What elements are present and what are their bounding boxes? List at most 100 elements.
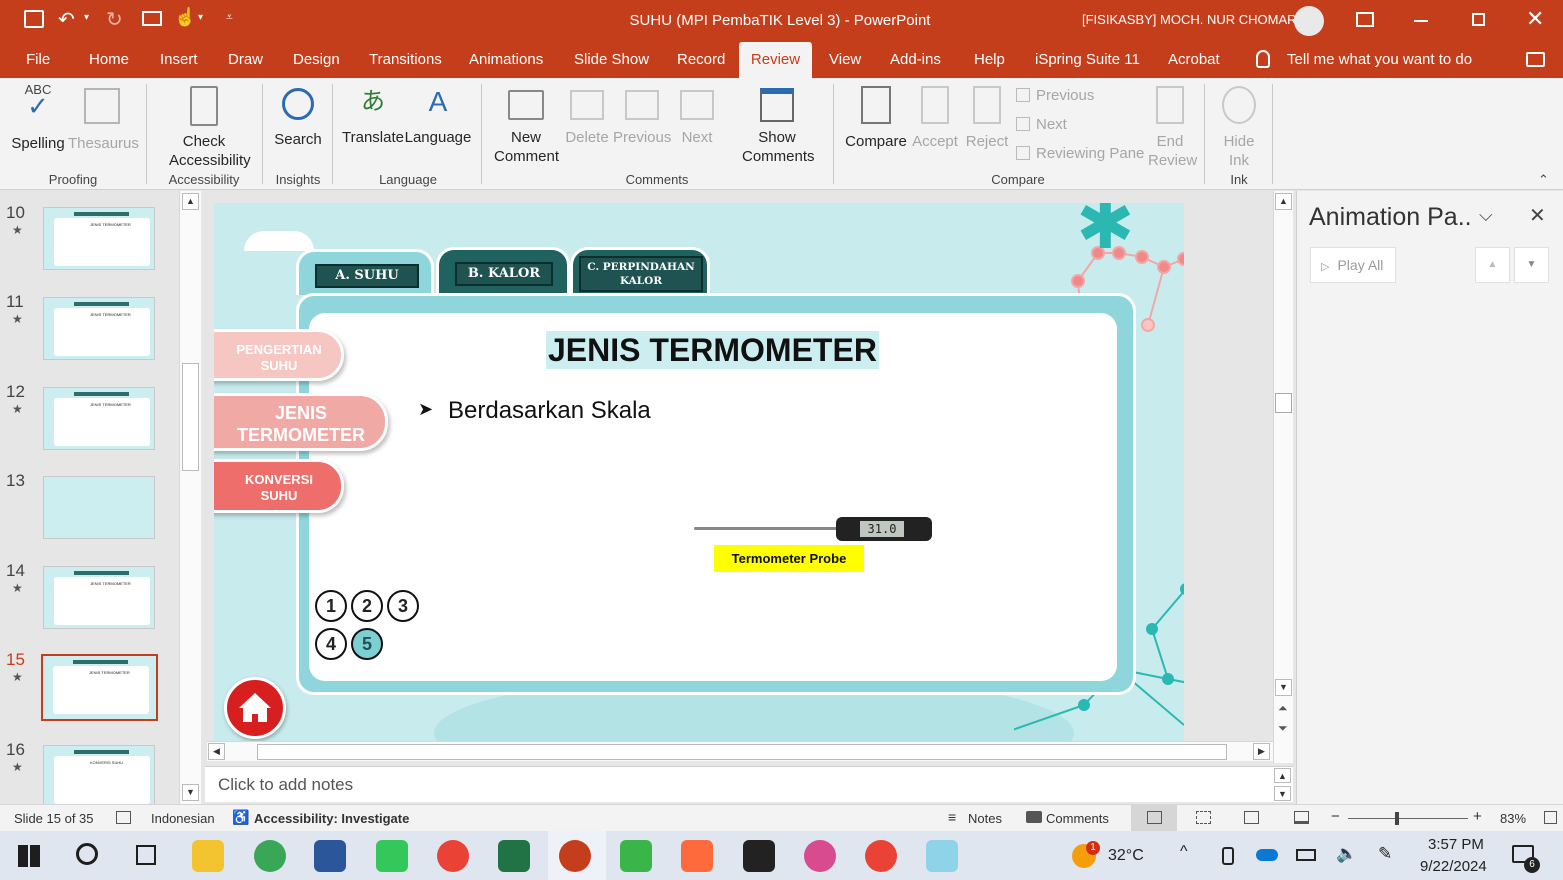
slide-counter[interactable]: Slide 15 of 35 [14, 811, 94, 826]
tab-file[interactable]: File [26, 42, 50, 78]
clock-time[interactable]: 3:57 PM [1428, 836, 1484, 853]
slide-thumbnail[interactable]: JENIS TERMOMETER [43, 297, 155, 360]
avatar[interactable] [1294, 6, 1324, 36]
nav-button-3[interactable]: 3 [387, 590, 419, 622]
accessibility-status[interactable]: Accessibility: Investigate [254, 811, 409, 826]
compare-button[interactable]: Compare [842, 82, 910, 151]
scroll-down-button[interactable]: ▼ [1275, 679, 1292, 696]
thesaurus-button[interactable]: Thesaurus [68, 82, 139, 153]
tab-transitions[interactable]: Transitions [369, 42, 442, 78]
tab-view[interactable]: View [829, 42, 861, 78]
slide-title[interactable]: JENIS TERMOMETER [546, 331, 879, 369]
move-up-button[interactable]: ▲ [1475, 247, 1510, 283]
nav-button-2[interactable]: 2 [351, 590, 383, 622]
pane-options-icon[interactable]: ⌵ [1479, 205, 1493, 226]
zoom-level[interactable]: 83% [1500, 811, 1526, 826]
language-button[interactable]: A Language [404, 82, 472, 147]
zoom-slider-thumb[interactable] [1395, 812, 1399, 825]
hide-ink-button[interactable]: Hide Ink [1212, 82, 1266, 170]
spelling-button[interactable]: ABC ✓ Spelling [10, 82, 66, 153]
redo-icon[interactable]: ↻ [106, 7, 123, 32]
scroll-thumb[interactable] [1275, 393, 1292, 413]
scroll-up-button[interactable]: ▲ [182, 193, 199, 210]
camtasia-orange-icon[interactable] [681, 840, 713, 872]
scroll-down-button[interactable]: ▼ [182, 784, 199, 801]
tab-design[interactable]: Design [293, 42, 340, 78]
tell-me-search[interactable]: Tell me what you want to do [1287, 42, 1472, 78]
battery-icon[interactable] [1296, 849, 1316, 861]
powerpoint-icon[interactable] [559, 840, 591, 872]
pen-menu-icon[interactable]: ✎ [1378, 844, 1392, 864]
ribbon-display-icon[interactable] [1356, 12, 1374, 27]
nav-button-5-active[interactable]: 5 [351, 628, 383, 660]
chrome-profile-icon[interactable] [865, 840, 897, 872]
previous-slide-icon[interactable]: ⏶ [1278, 701, 1288, 716]
tab-review[interactable]: Review [739, 42, 812, 78]
delete-comment-button[interactable]: Delete [562, 82, 612, 147]
autosave-icon[interactable] [24, 10, 44, 28]
sticky-notes-icon[interactable] [743, 840, 775, 872]
thermometer-probe-image[interactable]: 31.0 [694, 517, 934, 543]
meet-now-icon[interactable] [1222, 847, 1234, 865]
weather-temp[interactable]: 32°C [1108, 847, 1144, 865]
customize-qat-icon[interactable]: ⩡ [226, 10, 233, 25]
bullet-text[interactable]: Berdasarkan Skala [448, 397, 651, 425]
compare-next-button[interactable]: Next [1016, 115, 1067, 134]
browser-globe-icon[interactable] [254, 840, 286, 872]
reading-view-icon[interactable] [1244, 811, 1259, 824]
slide-thumbnail[interactable]: JENIS TERMOMETER [43, 566, 155, 629]
tab-animations[interactable]: Animations [469, 42, 543, 78]
tab-help[interactable]: Help [974, 42, 1005, 78]
reviewing-pane-button[interactable]: Reviewing Pane [1016, 144, 1144, 163]
scroll-left-button[interactable]: ◀ [208, 743, 225, 760]
notes-scrollbar[interactable]: ▲ ▼ [1273, 767, 1293, 803]
camtasia-green-icon[interactable] [620, 840, 652, 872]
side-menu-konversi-suhu[interactable]: KONVERSI SUHU [214, 459, 344, 513]
presenter-icon[interactable] [142, 11, 162, 26]
reject-button[interactable]: Reject [962, 82, 1012, 151]
volume-icon[interactable]: 🔈 [1336, 844, 1357, 864]
previous-comment-button[interactable]: Previous [613, 82, 671, 147]
clock-date[interactable]: 9/22/2024 [1420, 858, 1487, 875]
fit-slide-icon[interactable] [1544, 811, 1557, 824]
pen-app-icon[interactable] [376, 840, 408, 872]
chrome-icon[interactable] [437, 840, 469, 872]
nav-button-4[interactable]: 4 [315, 628, 347, 660]
comments-toggle[interactable]: Comments [1046, 811, 1109, 826]
scroll-down-button[interactable]: ▼ [1274, 786, 1291, 801]
tab-c-perpindahan-kalor[interactable]: C. PERPINDAHAN KALOR [570, 247, 710, 295]
word-icon[interactable] [314, 840, 346, 872]
zoom-slider[interactable] [1348, 818, 1468, 819]
check-accessibility-button[interactable]: Check Accessibility [152, 82, 256, 170]
slide-thumbnail-current[interactable]: JENIS TERMOMETER [41, 654, 158, 721]
next-slide-icon[interactable]: ⏷ [1278, 721, 1288, 736]
side-menu-jenis-termometer[interactable]: JENIS TERMOMETER [214, 393, 388, 451]
file-explorer-icon[interactable] [192, 840, 224, 872]
language-status[interactable]: Indonesian [151, 811, 215, 826]
search-taskbar-icon[interactable] [76, 843, 98, 865]
slide-sorter-icon[interactable] [1196, 811, 1211, 824]
user-name[interactable]: [FISIKASBY] MOCH. NUR CHOMARI [1082, 12, 1300, 27]
nav-button-1[interactable]: 1 [315, 590, 347, 622]
undo-dropdown-icon[interactable]: ▾ [84, 12, 89, 23]
tab-acrobat[interactable]: Acrobat [1168, 42, 1220, 78]
notes-pane[interactable]: Click to add notes ▲ ▼ [205, 766, 1293, 802]
excel-icon[interactable] [498, 840, 530, 872]
slide-thumbnail[interactable] [43, 476, 155, 539]
ruler-app-icon[interactable] [926, 840, 958, 872]
restore-icon[interactable] [1472, 13, 1485, 26]
zoom-out-button[interactable]: − [1331, 808, 1340, 825]
translate-button[interactable]: あ Translate [342, 82, 404, 147]
move-down-button[interactable]: ▼ [1514, 247, 1549, 283]
thermometer-label[interactable]: Termometer Probe [714, 545, 864, 572]
search-button[interactable]: Search [270, 82, 326, 149]
tab-slide-show[interactable]: Slide Show [574, 42, 649, 78]
task-view-icon[interactable] [136, 845, 156, 865]
accept-button[interactable]: Accept [910, 82, 960, 151]
close-pane-icon[interactable]: ✕ [1529, 203, 1546, 228]
slide-thumbnail[interactable]: KONVERSI SUHU [43, 745, 155, 808]
tab-add-ins[interactable]: Add-ins [890, 42, 941, 78]
chrome-profile-m-icon[interactable] [804, 840, 836, 872]
tab-record[interactable]: Record [677, 42, 725, 78]
tab-a-suhu[interactable]: A. SUHU [296, 249, 434, 295]
